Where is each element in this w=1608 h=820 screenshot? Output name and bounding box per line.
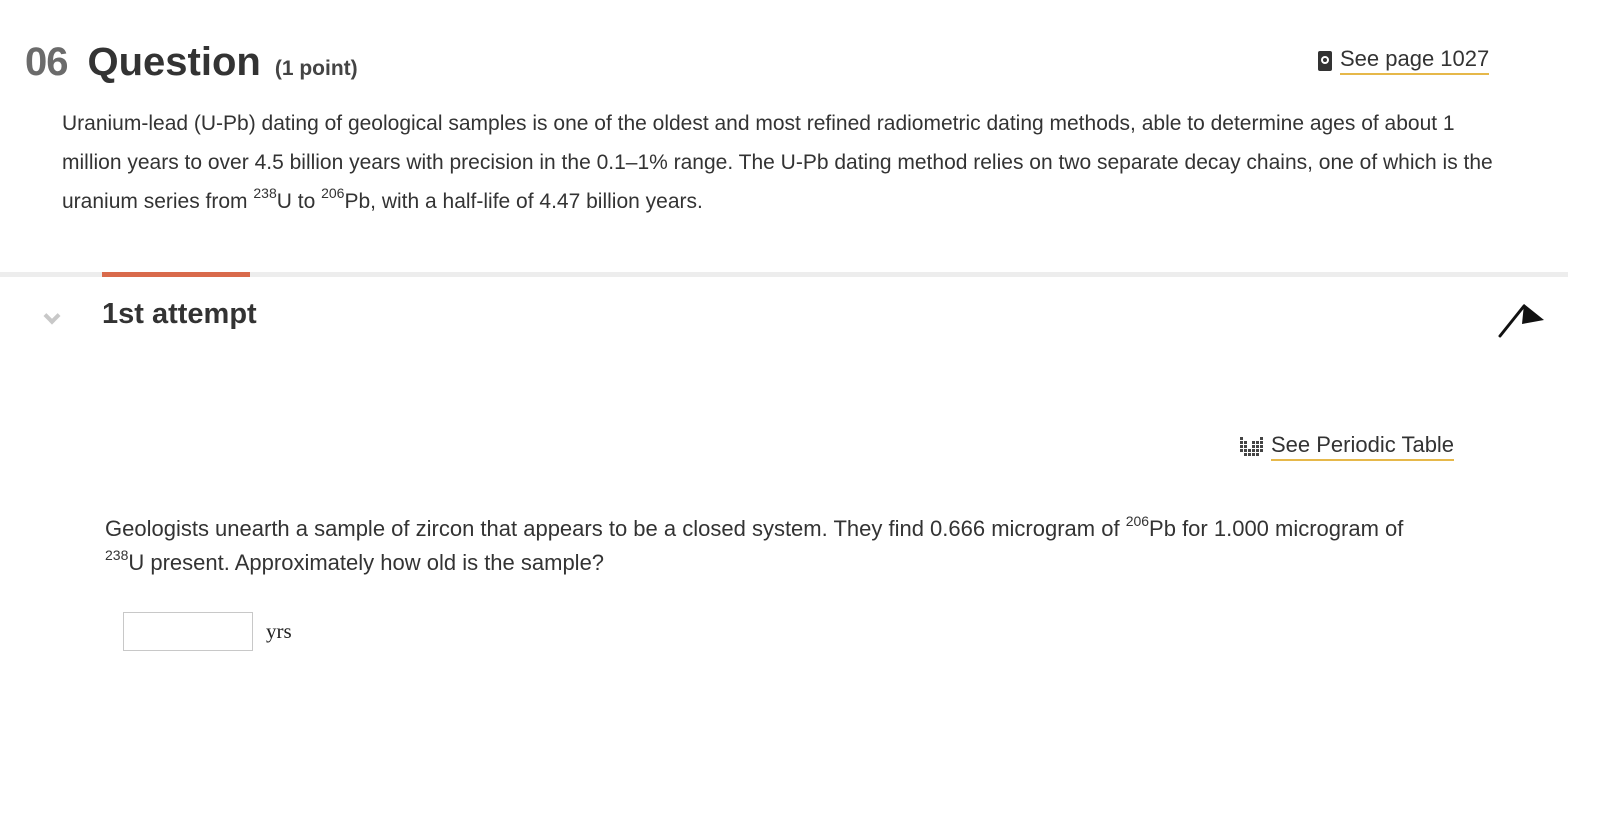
intro-superscript-1: 238: [253, 185, 277, 201]
attempt-title: 1st attempt: [102, 298, 257, 330]
answer-input[interactable]: [123, 612, 253, 651]
question-header: 06 Question (1 point): [25, 40, 358, 85]
see-page-link-text: See page 1027: [1340, 46, 1490, 75]
question-label: Question: [87, 40, 261, 84]
book-icon: [1318, 50, 1332, 71]
problem-statement: Geologists unearth a sample of zircon th…: [105, 512, 1485, 580]
answer-unit: yrs: [266, 619, 292, 643]
see-page-link[interactable]: See page 1027: [1318, 46, 1490, 75]
problem-text-3: U present. Approximately how old is the …: [128, 550, 605, 575]
see-periodic-table-text: See Periodic Table: [1271, 432, 1455, 461]
intro-superscript-2: 206: [321, 185, 345, 201]
intro-text-2: U to: [276, 190, 322, 213]
attempt-tab-indicator: [102, 272, 250, 277]
see-periodic-table-link[interactable]: See Periodic Table: [1240, 432, 1455, 461]
problem-text-2: Pb for 1.000 microgram of: [1149, 516, 1404, 541]
intro-text-3: Pb, with a half-life of 4.47 billion yea…: [344, 190, 703, 213]
question-page: 06 Question (1 point) See page 1027 Uran…: [0, 0, 1608, 820]
flag-icon[interactable]: [1498, 300, 1546, 340]
periodic-table-icon: [1240, 437, 1263, 456]
question-intro: Uranium-lead (U-Pb) dating of geological…: [62, 104, 1502, 221]
problem-superscript-2: 238: [105, 546, 129, 563]
answer-row: yrs: [123, 612, 292, 651]
problem-text-1: Geologists unearth a sample of zircon th…: [105, 516, 1126, 541]
question-points: (1 point): [274, 57, 358, 80]
question-number: 06: [25, 40, 68, 84]
chevron-down-icon[interactable]: [43, 307, 61, 325]
problem-superscript-1: 206: [1125, 512, 1150, 529]
